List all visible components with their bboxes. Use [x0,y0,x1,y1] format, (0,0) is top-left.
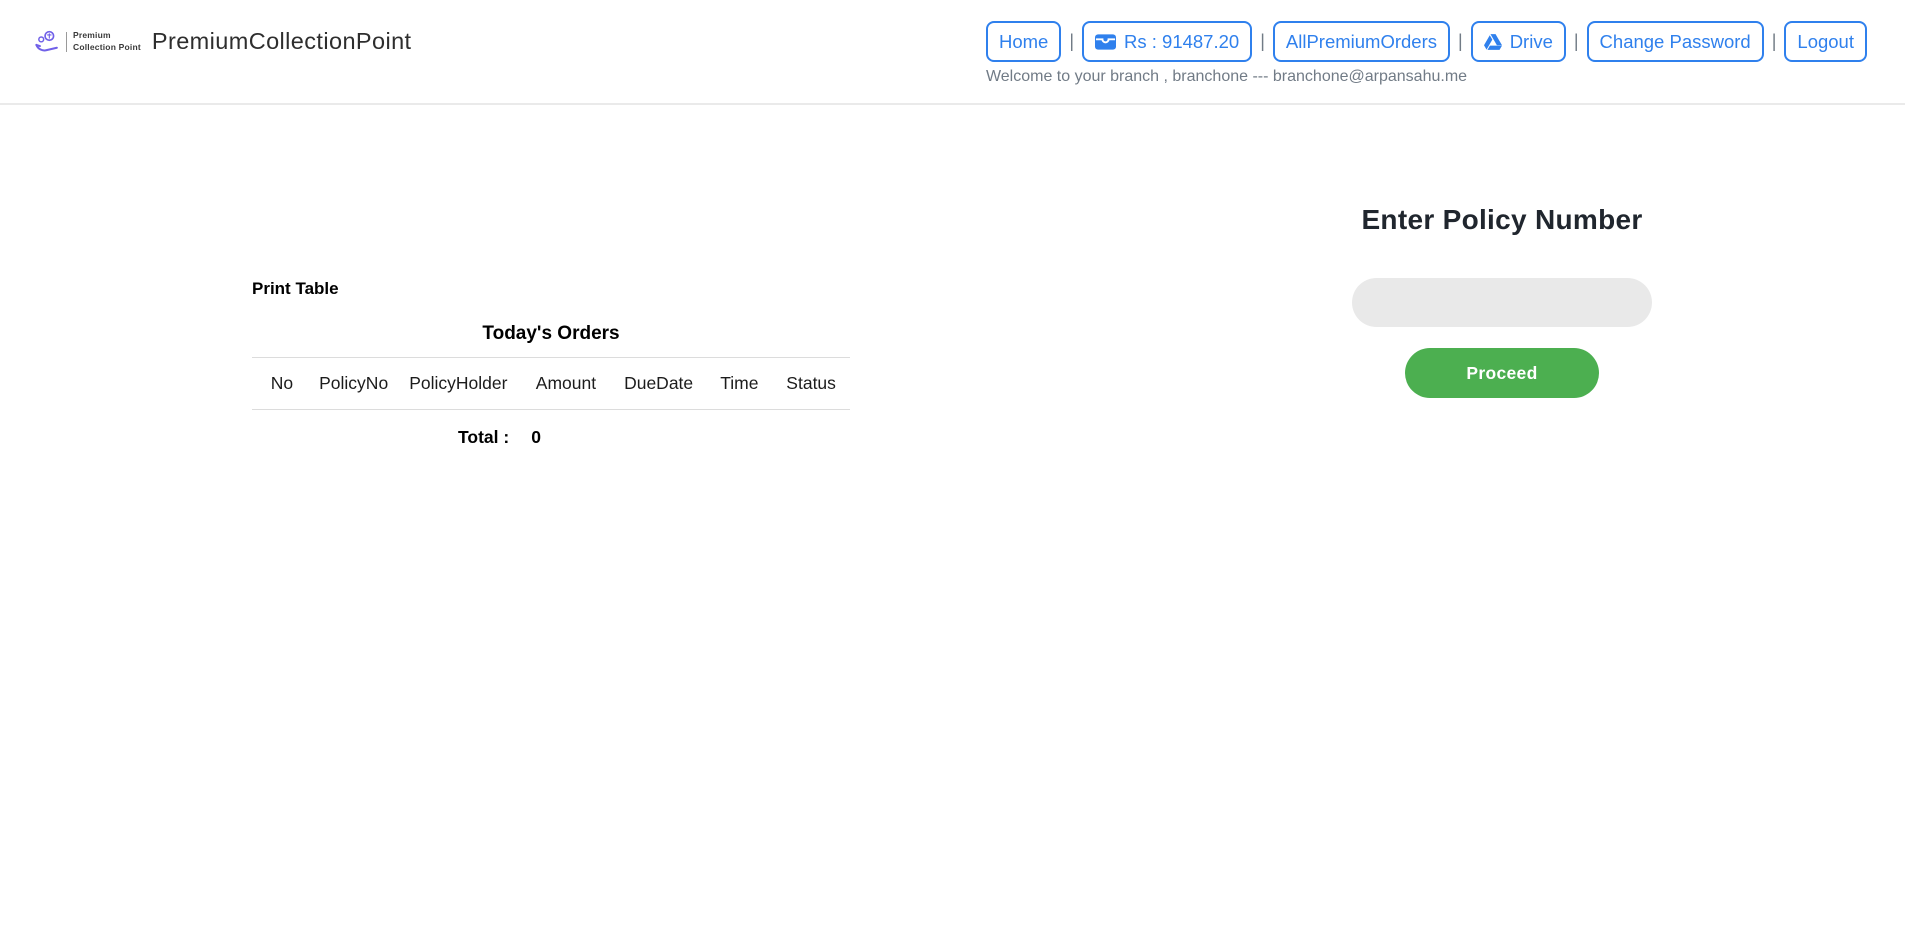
orders-total-label: Total : [458,427,509,448]
logo-text-line2: Collection Point [73,42,141,53]
policy-number-input[interactable] [1352,278,1652,327]
orders-table-head: No PolicyNo PolicyHolder Amount DueDate … [252,358,850,410]
page: Premium Collection Point PremiumCollecti… [0,0,1905,948]
nav-allpremiumorders-label: AllPremiumOrders [1286,31,1437,53]
proceed-button[interactable]: Proceed [1405,348,1599,398]
nav-change-password-button[interactable]: Change Password [1587,21,1764,62]
navbar: Premium Collection Point PremiumCollecti… [0,0,1905,105]
policy-form: Enter Policy Number Proceed [1352,204,1652,398]
logo-text: Premium Collection Point [73,30,141,52]
nav-drive-label: Drive [1510,31,1553,53]
nav-separator: | [1069,31,1074,52]
column-header-no: No [252,358,312,410]
brand-logo: Premium Collection Point [34,29,141,55]
nav-change-password-label: Change Password [1600,31,1751,53]
wallet-icon [1095,33,1116,51]
nav-balance-button[interactable]: Rs : 91487.20 [1082,21,1252,62]
column-header-amount: Amount [521,358,611,410]
column-header-policyholder: PolicyHolder [396,358,522,410]
nav-separator: | [1772,31,1777,52]
nav-drive-button[interactable]: Drive [1471,21,1566,62]
welcome-text: Welcome to your branch , branchone --- b… [986,68,1467,86]
nav-logout-button[interactable]: Logout [1784,21,1867,62]
orders-table: Today's Orders No PolicyNo PolicyHolder … [252,323,850,410]
logo-text-line1: Premium [73,30,141,41]
nav-allpremiumorders-button[interactable]: AllPremiumOrders [1273,21,1450,62]
print-table-button[interactable]: Print Table [252,279,339,299]
column-header-status: Status [772,358,850,410]
column-header-policyno: PolicyNo [312,358,396,410]
orders-table-caption: Today's Orders [252,323,850,357]
hand-coin-icon [34,29,60,55]
column-header-duedate: DueDate [611,358,707,410]
orders-panel: Print Table Today's Orders No PolicyNo P… [252,279,850,448]
nav-home-label: Home [999,31,1048,53]
brand-name: PremiumCollectionPoint [152,28,412,55]
brand-link[interactable]: Premium Collection Point PremiumCollecti… [34,28,411,55]
orders-total-row: Total : 0 [252,427,850,448]
navbar-buttons: Home | Rs : 91487.20 | AllPremiumOrders … [986,21,1867,62]
policy-form-title: Enter Policy Number [1361,204,1642,236]
nav-separator: | [1458,31,1463,52]
navbar-right: Home | Rs : 91487.20 | AllPremiumOrders … [986,21,1867,86]
nav-balance-label: Rs : 91487.20 [1124,31,1239,53]
google-drive-icon [1484,34,1502,50]
logo-divider [66,32,67,52]
nav-separator: | [1574,31,1579,52]
nav-separator: | [1260,31,1265,52]
column-header-time: Time [706,358,772,410]
nav-home-button[interactable]: Home [986,21,1061,62]
orders-total-value: 0 [531,427,541,448]
nav-logout-label: Logout [1797,31,1854,53]
